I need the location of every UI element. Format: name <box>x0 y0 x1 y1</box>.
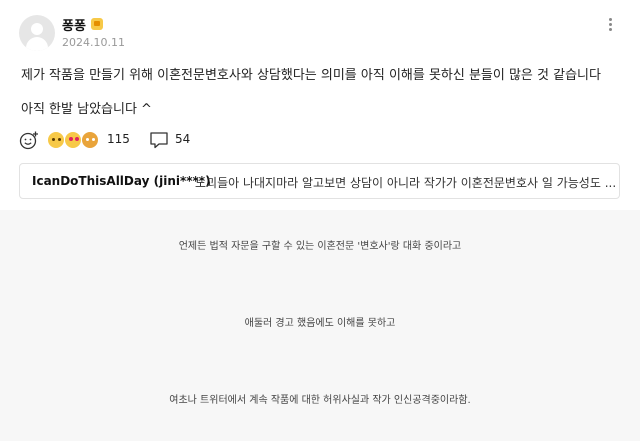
heart-eyes-emoji-icon[interactable] <box>64 131 82 149</box>
comment-button[interactable]: 54 <box>149 129 199 151</box>
content-line: 애둘러 경고 했음에도 이해를 못하고 <box>244 318 396 329</box>
laughing-emoji-icon[interactable] <box>47 131 65 149</box>
comment-username: IcanDoThisAllDay (jini****) <box>32 174 211 188</box>
angry-emoji-icon[interactable] <box>81 131 99 149</box>
best-comment-preview[interactable]: IcanDoThisAllDay (jini****) 노괴들아 나대지마라 알… <box>19 163 620 199</box>
post-body-line: 아직 한발 남았습니다 ^ <box>21 102 152 117</box>
avatar-body-shape <box>26 37 48 51</box>
avatar-head-shape <box>31 23 43 35</box>
embedded-content-area: 언제든 법적 자문을 구할 수 있는 이혼전문 '변호사'랑 대화 중이라고 애… <box>0 210 640 441</box>
reaction-count: 115 <box>107 132 130 146</box>
post-body-line: 제가 작품을 만들기 위해 이혼전문변호사와 상담했다는 의미를 아직 이해를 … <box>21 68 601 83</box>
content-line: 언제든 법적 자문을 구할 수 있는 이혼전문 '변호사'랑 대화 중이라고 <box>178 241 462 252</box>
content-line: 여초나 트위터에서 계속 작품에 대한 허위사실과 작가 인신공격중이라함. <box>169 395 471 406</box>
author-badge-icon <box>91 18 103 30</box>
comment-text: 노괴들아 나대지마라 알고보면 상담이 아니라 작가가 이혼전문변호사 일 가능… <box>195 176 617 190</box>
more-vertical-icon[interactable] <box>604 16 616 36</box>
add-emoji-icon[interactable] <box>19 130 39 150</box>
speech-bubble-icon <box>150 132 168 149</box>
comment-count: 54 <box>175 132 191 146</box>
author-name[interactable]: 퐁퐁 <box>62 15 86 34</box>
avatar[interactable] <box>19 15 55 51</box>
post-card: 퐁퐁 2024.10.11 제가 작품을 만들기 위해 이혼전문변호사와 상담했… <box>0 0 640 210</box>
post-date: 2024.10.11 <box>62 36 125 49</box>
